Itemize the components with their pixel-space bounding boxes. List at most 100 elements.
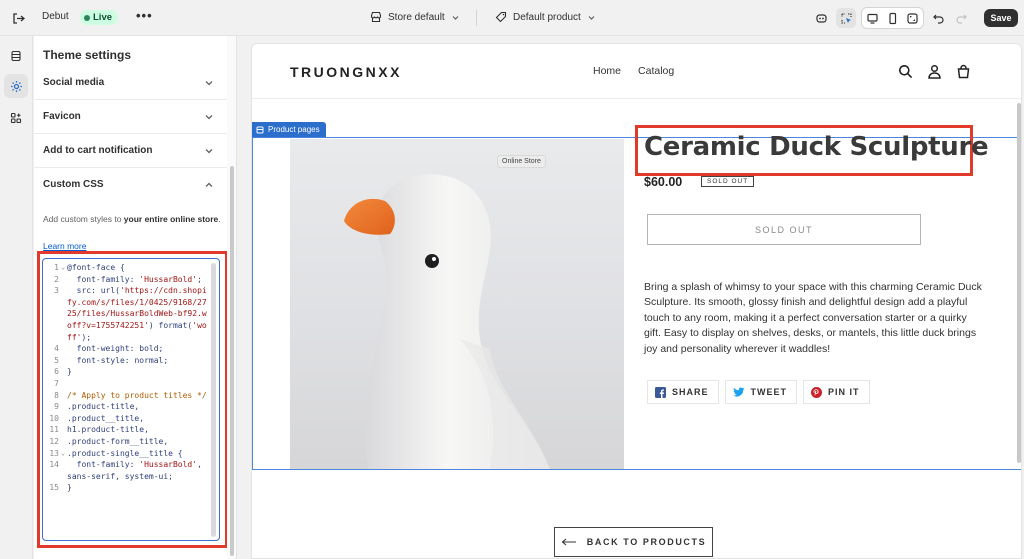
section-tag-label: Product pages bbox=[268, 125, 320, 134]
sold-out-button[interactable]: SOLD OUT bbox=[647, 214, 921, 245]
code-line[interactable]: 3 src: url('https://cdn.shopify.com/s/fi… bbox=[43, 285, 211, 343]
fold-chevron-icon[interactable]: ⌄ bbox=[59, 448, 67, 460]
accordion-add-to-cart-notification[interactable]: Add to cart notification bbox=[34, 134, 227, 168]
more-actions-button[interactable]: ••• bbox=[136, 8, 153, 23]
code-line[interactable]: 9 .product-title, bbox=[43, 401, 211, 413]
code-line[interactable]: 7 bbox=[43, 378, 211, 390]
search-icon[interactable] bbox=[896, 62, 915, 81]
save-button[interactable]: Save bbox=[984, 9, 1018, 27]
help-prefix: Add custom styles to bbox=[43, 214, 124, 224]
line-number: 7 bbox=[54, 378, 59, 388]
line-number: 3 bbox=[54, 286, 59, 296]
cart-icon[interactable] bbox=[954, 62, 973, 81]
code-text: src: url('https://cdn.shopify.com/s/file… bbox=[67, 286, 207, 342]
code-text: font-family: 'HussarBold'; bbox=[67, 274, 202, 284]
nav-catalog[interactable]: Catalog bbox=[638, 65, 674, 77]
code-text: .product-form__title, bbox=[67, 436, 169, 446]
line-number: 15 bbox=[49, 483, 59, 493]
learn-more-link[interactable]: Learn more bbox=[43, 241, 86, 251]
sections-icon[interactable] bbox=[4, 44, 28, 68]
chevron-down-icon bbox=[588, 15, 595, 20]
panel-scrollbar[interactable] bbox=[230, 166, 234, 556]
accordion-social-media[interactable]: Social media bbox=[34, 66, 227, 100]
pinterest-icon bbox=[811, 386, 823, 398]
twitter-icon bbox=[732, 386, 745, 397]
fullscreen-view-icon[interactable] bbox=[902, 8, 922, 28]
template-selector[interactable]: Default product bbox=[495, 11, 596, 23]
code-line[interactable]: 5 font-style: normal; bbox=[43, 355, 211, 367]
fold-chevron-icon bbox=[59, 366, 67, 378]
line-number: 4 bbox=[54, 344, 59, 354]
inspector-icon[interactable] bbox=[836, 8, 856, 28]
theme-settings-gear-icon[interactable] bbox=[4, 74, 28, 98]
accordion-custom-css[interactable]: Custom CSS bbox=[34, 168, 227, 202]
product-image[interactable] bbox=[290, 139, 624, 469]
live-badge-label: Live bbox=[93, 12, 113, 23]
line-number: 9 bbox=[54, 402, 59, 412]
desktop-view-icon[interactable] bbox=[862, 8, 882, 28]
exit-icon[interactable] bbox=[9, 9, 27, 27]
app-embeds-icon[interactable] bbox=[4, 106, 28, 130]
code-line[interactable]: 10 .product__title, bbox=[43, 413, 211, 425]
fold-chevron-icon[interactable]: ⌄ bbox=[59, 262, 67, 274]
fold-chevron-icon bbox=[59, 424, 67, 436]
code-editor-scrollbar[interactable] bbox=[211, 263, 216, 537]
code-line[interactable]: 8 /* Apply to product titles */ bbox=[43, 390, 211, 402]
chevron-up-icon bbox=[205, 182, 213, 187]
line-number: 8 bbox=[54, 390, 59, 400]
chevron-down-icon bbox=[205, 115, 213, 120]
help-bold: your entire online store bbox=[123, 214, 219, 224]
mobile-view-icon[interactable] bbox=[882, 8, 902, 28]
undo-icon[interactable] bbox=[928, 8, 948, 28]
code-line[interactable]: 2 font-family: 'HussarBold'; bbox=[43, 274, 211, 286]
back-to-products-button[interactable]: BACK TO PRODUCTS bbox=[554, 527, 713, 557]
share-pinterest-button[interactable]: PIN IT bbox=[803, 380, 870, 404]
store-selector[interactable]: Store default bbox=[370, 11, 460, 23]
line-number: 5 bbox=[54, 355, 59, 365]
fold-chevron-icon bbox=[59, 378, 67, 390]
code-line[interactable]: 4 font-weight: bold; bbox=[43, 343, 211, 355]
code-text: @font-face { bbox=[67, 263, 125, 272]
account-icon[interactable] bbox=[925, 62, 944, 81]
share-twitter-button[interactable]: TWEET bbox=[724, 380, 798, 404]
custom-css-code-editor[interactable]: 1 ⌄ @font-face {2 font-family: 'HussarBold… bbox=[42, 258, 220, 541]
product-title: Ceramic Duck Sculpture bbox=[644, 132, 989, 162]
share-facebook-label: SHARE bbox=[672, 387, 709, 397]
nav-home[interactable]: Home bbox=[593, 65, 621, 77]
store-header: TRUONGNXX Home Catalog bbox=[252, 44, 1021, 99]
fold-chevron-icon bbox=[59, 355, 67, 367]
code-lines: 1 ⌄ @font-face {2 font-family: 'HussarBold… bbox=[43, 262, 211, 494]
section-selection-tag[interactable]: Product pages bbox=[252, 122, 326, 137]
redo-icon[interactable] bbox=[951, 8, 971, 28]
online-store-tooltip: Online Store bbox=[497, 155, 546, 168]
share-facebook-button[interactable]: SHARE bbox=[647, 380, 719, 404]
code-line[interactable]: 15} bbox=[43, 482, 211, 494]
code-line[interactable]: 13 ⌄ .product-single__title { bbox=[43, 448, 211, 460]
code-line[interactable]: 11 h1.product-title, bbox=[43, 424, 211, 436]
preview-scrollbar[interactable] bbox=[1017, 103, 1021, 463]
code-line[interactable]: 12 .product-form__title, bbox=[43, 436, 211, 448]
line-number: 12 bbox=[49, 436, 59, 446]
topbar-divider bbox=[476, 10, 477, 26]
fold-chevron-icon bbox=[59, 459, 67, 482]
share-twitter-label: TWEET bbox=[750, 387, 788, 397]
sidekick-icon[interactable] bbox=[811, 8, 831, 28]
store-logo[interactable]: TRUONGNXX bbox=[290, 64, 402, 80]
code-line[interactable]: 14 font-family: 'HussarBold', sans-serif… bbox=[43, 459, 211, 482]
chevron-down-icon bbox=[205, 149, 213, 154]
store-nav: Home Catalog bbox=[593, 65, 674, 77]
code-line[interactable]: 6} bbox=[43, 366, 211, 378]
tag-icon bbox=[495, 11, 507, 23]
store-selector-label: Store default bbox=[388, 11, 445, 23]
accordion-label: Favicon bbox=[43, 111, 81, 122]
live-dot-icon bbox=[84, 14, 90, 21]
line-number: 1 bbox=[54, 263, 59, 272]
facebook-icon bbox=[655, 386, 666, 398]
code-line[interactable]: 1 ⌄ @font-face { bbox=[43, 262, 211, 274]
code-text: .product-title, bbox=[67, 402, 140, 412]
panel-title: Theme settings bbox=[43, 48, 132, 62]
editor-topbar: Debut Live ••• Store default Default pro… bbox=[0, 0, 1024, 36]
accordion-favicon[interactable]: Favicon bbox=[34, 100, 227, 134]
code-text: /* Apply to product titles */ bbox=[67, 390, 207, 400]
